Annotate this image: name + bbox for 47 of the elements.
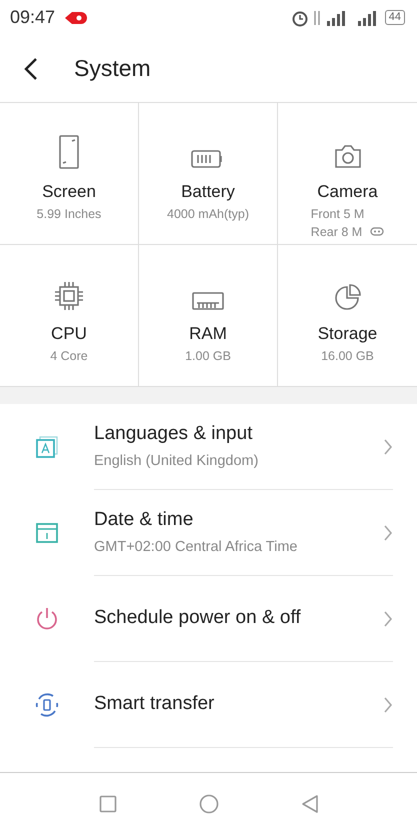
spec-detail: Rear 8 M <box>310 224 362 240</box>
notification-icon <box>63 10 88 24</box>
spec-label: CPU <box>51 323 87 345</box>
battery-indicator: 44 <box>384 10 405 25</box>
alarm-icon <box>290 8 309 26</box>
spec-tile[interactable]: Screen 5.99 Inches <box>0 103 139 245</box>
chevron-right-icon <box>383 610 393 628</box>
setting-title: Date & time <box>94 508 194 532</box>
chip-icon <box>54 281 84 311</box>
recents-button[interactable] <box>98 794 116 812</box>
spec-detail: 16.00 GB <box>321 348 374 364</box>
setting-subtitle: English (United Kingdom) <box>94 452 260 471</box>
chevron-right-icon <box>383 524 393 542</box>
spec-label: Camera <box>317 181 378 203</box>
lens-icon <box>370 227 384 236</box>
page-title: System <box>74 54 151 84</box>
spec-label: RAM <box>189 323 227 345</box>
pie-chart-icon <box>334 283 362 311</box>
spec-detail: Front 5 M <box>310 206 364 222</box>
chevron-right-icon <box>383 438 393 456</box>
setting-subtitle: GMT+02:00 Central Africa Time <box>94 538 298 557</box>
status-time: 09:47 <box>10 6 56 29</box>
data-arrows-icon <box>312 8 321 26</box>
back-nav-button[interactable] <box>300 794 318 814</box>
spec-tile[interactable]: Camera Front 5 M Rear 8 M <box>278 103 417 245</box>
settings-item[interactable]: Schedule power on & off <box>0 576 417 662</box>
settings-item[interactable]: Languages & input English (United Kingdom) <box>0 404 417 490</box>
home-button[interactable] <box>198 794 218 814</box>
spec-detail: 1.00 GB <box>185 348 231 364</box>
spec-detail: 4 Core <box>50 348 88 364</box>
setting-title: Smart transfer <box>94 692 216 716</box>
back-button[interactable] <box>24 56 38 80</box>
battery-icon <box>191 149 225 169</box>
camera-icon <box>334 143 362 169</box>
setting-title: Schedule power on & off <box>94 606 302 630</box>
spec-detail: 4000 mAh(typ) <box>167 206 249 222</box>
spec-detail: 5.99 Inches <box>36 206 102 222</box>
spec-tile[interactable]: Battery 4000 mAh(typ) <box>139 103 278 245</box>
spec-label: Screen <box>42 181 96 203</box>
memory-icon <box>192 291 224 311</box>
screen-icon <box>57 135 81 169</box>
setting-title: Languages & input <box>94 422 254 446</box>
spec-label: Battery <box>181 181 235 203</box>
settings-item[interactable]: Smart transfer <box>0 662 417 748</box>
chevron-right-icon <box>383 696 393 714</box>
settings-item[interactable]: Date & time GMT+02:00 Central Africa Time <box>0 490 417 576</box>
spec-label: Storage <box>318 323 378 345</box>
